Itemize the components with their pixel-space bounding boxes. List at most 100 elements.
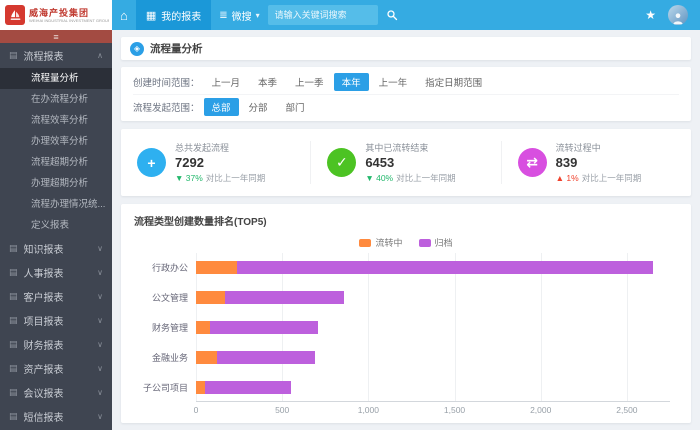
- sidebar-subitem[interactable]: 办理效率分析: [0, 131, 112, 152]
- chart-rows: 行政办公公文管理财务管理金融业务子公司项目: [134, 253, 678, 402]
- stat-block: ✓ 其中已流转结束 6453 ▼ 40% 对比上一年同期: [310, 141, 500, 184]
- report-icon: ▤: [9, 339, 18, 350]
- sidebar-subitem[interactable]: 流程办理情况统...: [0, 194, 112, 215]
- sidebar-subitem[interactable]: 流程超期分析: [0, 152, 112, 173]
- search-button[interactable]: [378, 0, 406, 30]
- sidebar-section-process-reports[interactable]: ▤ 流程报表 ∧: [0, 43, 112, 68]
- filter-option[interactable]: 指定日期范围: [417, 73, 490, 91]
- filter-option[interactable]: 上一月: [204, 73, 249, 91]
- legend-item[interactable]: 归档: [419, 236, 453, 249]
- sidebar-section[interactable]: ▤会议报表∨: [0, 380, 112, 404]
- sidebar: ≡ ▤ 流程报表 ∧ 流程量分析在办流程分析流程效率分析办理效率分析流程超期分析…: [0, 30, 112, 430]
- report-icon: ▤: [9, 50, 18, 61]
- stat-label: 其中已流转结束: [365, 141, 455, 154]
- bar-segment: [196, 351, 217, 364]
- legend-item[interactable]: 流转中: [359, 236, 402, 249]
- chevron-down-icon: ∨: [97, 268, 103, 277]
- sidebar-subitem[interactable]: 流程量分析: [0, 68, 112, 89]
- stat-label: 总共发起流程: [175, 141, 265, 154]
- logo-title: 威海产投集团: [29, 8, 109, 18]
- filter-row: 流程发起范围： 总部分部部门: [133, 94, 679, 119]
- sidebar-section[interactable]: ▤短信报表∨: [0, 404, 112, 428]
- sidebar-section[interactable]: ▤知识报表∨: [0, 236, 112, 260]
- bar-category-label: 行政办公: [134, 261, 196, 274]
- home-button[interactable]: ⌂: [112, 0, 136, 30]
- sidebar-section[interactable]: ▤ 资产报表 ∨: [0, 356, 112, 380]
- sidebar-section[interactable]: ▤财务报表∨: [0, 332, 112, 356]
- sidebar-subitem[interactable]: 办理超期分析: [0, 173, 112, 194]
- check-icon: ✓: [327, 148, 356, 177]
- sidebar-collapse-button[interactable]: ≡: [0, 30, 112, 43]
- company-logo[interactable]: 威海产投集团 WEIHAI INDUSTRIAL INVESTMENT GROU…: [0, 0, 112, 30]
- x-tick-label: 2,000: [530, 405, 551, 415]
- plus-icon: +: [137, 148, 166, 177]
- filter-option[interactable]: 上一季: [287, 73, 332, 91]
- sidebar-subitem[interactable]: 定义报表: [0, 215, 112, 236]
- filter-panel: 创建时间范围： 上一月本季上一季本年上一年指定日期范围 流程发起范围： 总部分部…: [121, 67, 691, 121]
- sidebar-subitem[interactable]: 在办流程分析: [0, 89, 112, 110]
- sidebar-subitem[interactable]: 流程效率分析: [0, 110, 112, 131]
- bar-segment: [196, 321, 210, 334]
- chart-axis: 05001,0001,5002,0002,500: [196, 402, 670, 417]
- x-tick-label: 0: [194, 405, 199, 415]
- bar-segment: [225, 291, 344, 304]
- bar-track: [196, 261, 670, 274]
- trend-note: 对比上一年同期: [206, 172, 266, 184]
- bar-segment: [196, 261, 237, 274]
- sidebar-section[interactable]: ▤人事报表∨: [0, 260, 112, 284]
- grid-icon: ▦: [146, 9, 156, 22]
- filter-row: 创建时间范围： 上一月本季上一季本年上一年指定日期范围: [133, 69, 679, 94]
- search-icon: [386, 9, 398, 21]
- chevron-up-icon: ∧: [97, 51, 103, 60]
- stat-value: 6453: [365, 155, 455, 170]
- nav-tab-my-reports[interactable]: ▦ 我的报表: [136, 0, 211, 30]
- avatar[interactable]: [668, 5, 688, 25]
- report-icon: ▤: [9, 267, 18, 278]
- chart-panel: 流程类型创建数量排名(TOP5) 流转中归档 行政办公公文管理财务管理金融业务子…: [121, 204, 691, 423]
- trend-note: 对比上一年同期: [396, 172, 456, 184]
- filter-option[interactable]: 本年: [334, 73, 369, 91]
- workflow-icon: ≣: [219, 10, 227, 21]
- nav-tab-label: 我的报表: [161, 8, 201, 23]
- chart-bar-row: 金融业务: [134, 344, 678, 370]
- filter-option[interactable]: 本季: [250, 73, 285, 91]
- logo-sail-icon: [5, 5, 25, 25]
- stat-info: 流转过程中 839 ▲ 1% 对比上一年同期: [556, 141, 642, 184]
- bar-category-label: 子公司项目: [134, 381, 196, 394]
- filter-option[interactable]: 部门: [278, 98, 313, 116]
- section-label: 流程报表: [24, 48, 92, 63]
- stats-panel: + 总共发起流程 7292 ▼ 37% 对比上一年同期 ✓ 其中已流转结束 64…: [121, 129, 691, 196]
- chevron-down-icon: ∨: [97, 244, 103, 253]
- filter-option[interactable]: 上一年: [371, 73, 416, 91]
- stat-label: 流转过程中: [556, 141, 642, 154]
- search-type-dropdown[interactable]: ≣ 微搜 ▾: [211, 0, 267, 30]
- chart-title: 流程类型创建数量排名(TOP5): [134, 213, 678, 228]
- chart-plot: 行政办公公文管理财务管理金融业务子公司项目 05001,0001,5002,00…: [134, 253, 678, 417]
- chart-plot-body: 行政办公公文管理财务管理金融业务子公司项目: [134, 253, 678, 402]
- user-silhouette-icon: [671, 11, 685, 25]
- trend-note: 对比上一年同期: [582, 172, 642, 184]
- chevron-down-icon: ∨: [97, 316, 103, 325]
- sidebar-section[interactable]: ▤客户报表∨: [0, 284, 112, 308]
- chevron-down-icon: ∨: [97, 364, 103, 373]
- page-title: 流程量分析: [150, 41, 203, 56]
- x-tick-label: 500: [275, 405, 289, 415]
- report-icon: ▤: [9, 387, 18, 398]
- favorite-star-icon[interactable]: ★: [645, 8, 656, 22]
- stat-trend: ▼ 40% 对比上一年同期: [365, 172, 455, 184]
- sidebar-section[interactable]: ▤项目报表∨: [0, 308, 112, 332]
- stat-block: + 总共发起流程 7292 ▼ 37% 对比上一年同期: [121, 141, 310, 184]
- bar-segment: [196, 291, 225, 304]
- report-icon: ▤: [9, 363, 18, 374]
- chevron-down-icon: ∨: [97, 412, 103, 421]
- hamburger-icon: ≡: [53, 32, 58, 42]
- logo-text: 威海产投集团 WEIHAI INDUSTRIAL INVESTMENT GROU…: [29, 8, 109, 23]
- trend-indicator: ▼ 40%: [365, 173, 393, 183]
- home-icon: ⌂: [120, 8, 128, 23]
- search-input[interactable]: [268, 5, 378, 25]
- section-label: 资产报表: [24, 361, 92, 376]
- filter-option[interactable]: 分部: [241, 98, 276, 116]
- filter-option[interactable]: 总部: [204, 98, 239, 116]
- legend-swatch: [359, 239, 371, 247]
- app-window: 威海产投集团 WEIHAI INDUSTRIAL INVESTMENT GROU…: [0, 0, 700, 430]
